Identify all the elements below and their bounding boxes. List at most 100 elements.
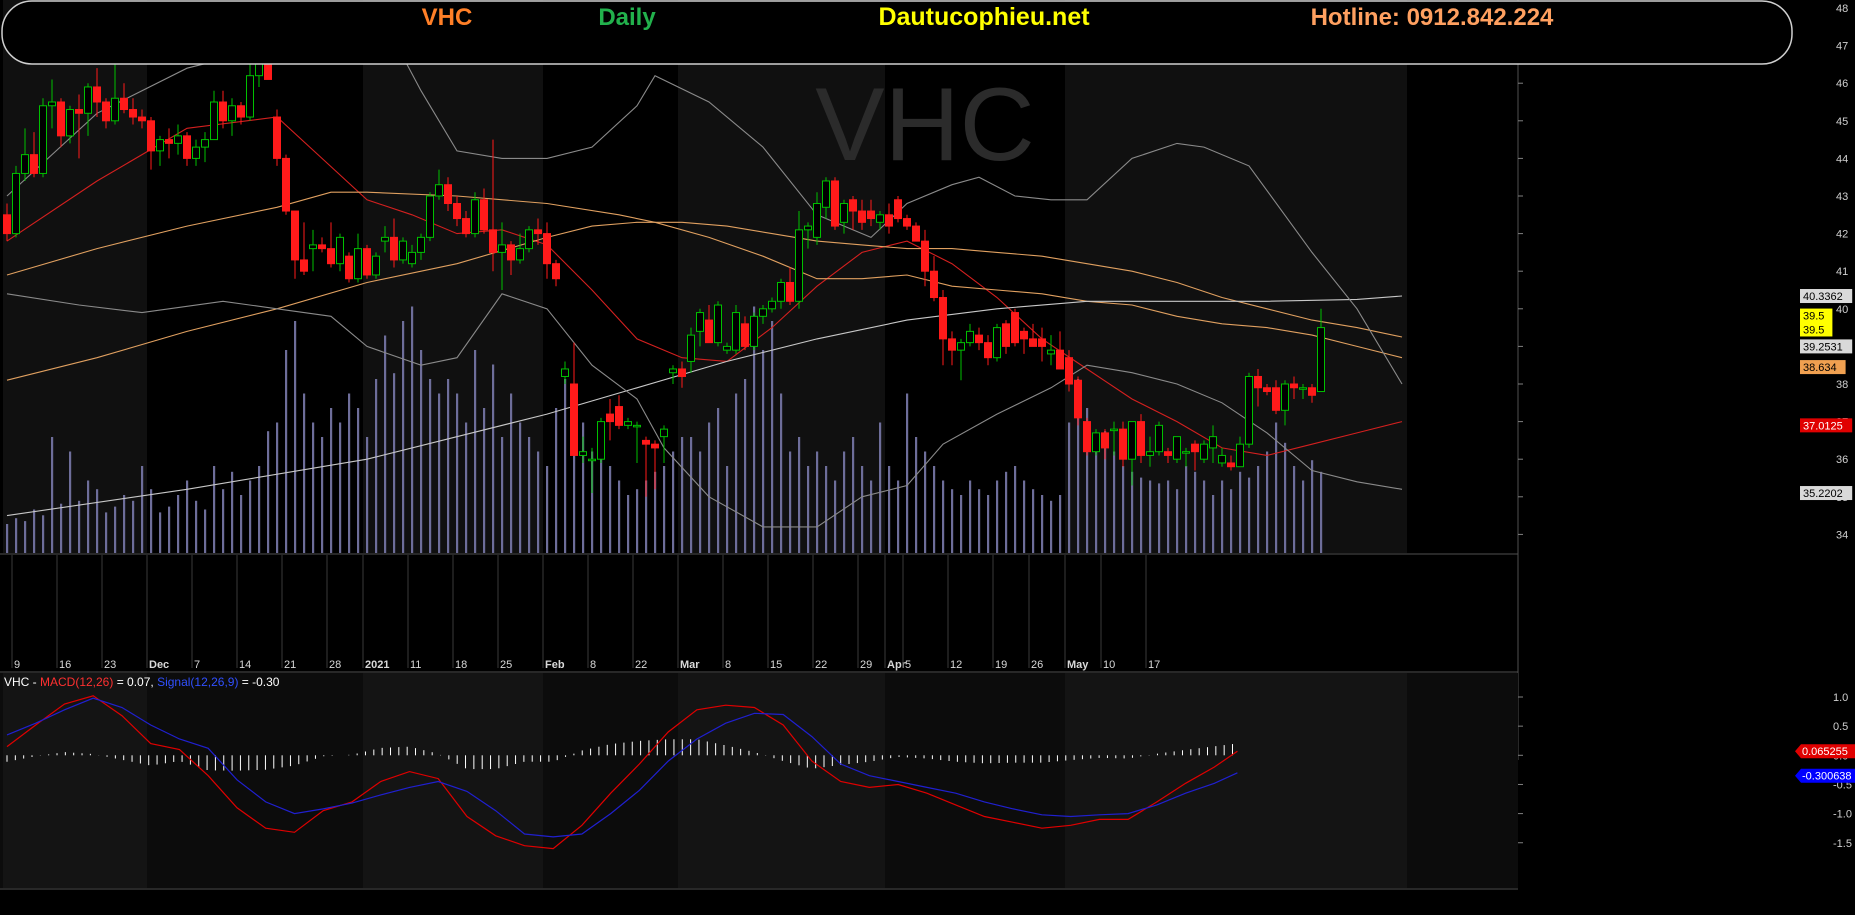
volume-bar [402,321,405,553]
volume-bar [798,437,801,553]
volume-bar [510,393,513,553]
volume-bar [1320,471,1323,553]
volume-bar [312,422,315,553]
volume-bar [60,503,63,553]
price-tick-label: 42 [1836,229,1848,241]
volume-bar [303,393,306,553]
volume-bar [897,480,900,553]
price-tick-label: 36 [1836,454,1848,466]
price-tag-text: 39.5 [1803,324,1824,336]
volume-bar [141,466,144,553]
volume-bar [177,495,180,553]
macd-value-tag: -0.300638 [1795,768,1855,783]
candle-body [30,154,38,174]
candle [1200,440,1208,463]
volume-bar [375,379,378,553]
header-banner: VHC Daily Dautucophieu.net Hotline: 0912… [1,0,1793,65]
volume-bar [249,480,252,553]
candle-body [516,248,524,261]
candle-body [885,214,893,227]
volume-bar [1140,477,1143,553]
date-label: 26 [1031,659,1043,671]
price-tag: 37.0125 [1800,418,1853,433]
volume-bar [807,466,810,553]
candle-body [93,86,101,103]
volume-bar [1311,460,1314,553]
candle-body [1137,421,1145,456]
volume-bar [285,350,288,553]
volume-bar [1257,466,1260,553]
volume-bar [168,506,171,553]
macd-tick-label: -1.5 [1833,838,1852,850]
volume-bar [609,466,612,553]
volume-bar [6,524,9,553]
candle-body [786,281,794,302]
candle-body [471,199,479,235]
volume-bar [636,489,639,553]
volume-bar [24,521,27,553]
candle [1092,429,1100,456]
volume-bar [780,393,783,553]
candle-body [705,319,713,344]
date-label: 2021 [365,659,389,671]
volume-bar [1302,480,1305,553]
date-label: 16 [59,659,71,671]
candle [1137,414,1145,463]
price-tag-text: 39.2531 [1803,341,1843,353]
volume-bar [492,364,495,553]
volume-bar [969,480,972,553]
candle-body [1146,451,1154,456]
volume-bar [726,466,729,553]
volume-bar [213,466,216,553]
candle-body [1002,323,1010,347]
candle-body [975,334,983,344]
date-label: 17 [1148,659,1160,671]
date-label: 5 [905,659,911,671]
candle-body [570,383,578,456]
volume-bar [150,489,153,553]
volume-bar [96,489,99,553]
volume-bar [1158,483,1161,553]
volume-bar [294,321,297,553]
volume-bar [78,500,81,553]
candle-body [624,421,632,426]
macd-legend: VHC - MACD(12,26) = 0.07, Signal(12,26,9… [4,675,280,689]
candle-body [246,75,254,118]
candle-body [120,97,128,111]
volume-bar [276,422,279,553]
volume-bar [1050,500,1053,553]
volume-bar [258,466,261,553]
volume-bar [240,495,243,553]
candle-body [768,300,776,310]
volume-bar [924,451,927,553]
candle-body [1083,421,1091,453]
volume-bar [555,408,558,553]
volume-bar [735,393,738,553]
volume-bar [132,500,135,553]
candle [894,196,902,223]
candle [597,417,605,463]
volume-bar [942,480,945,553]
volume-bar [366,437,369,553]
volume-bar [537,451,540,553]
macd-panel-bands [0,671,1518,890]
date-label: 18 [455,659,467,671]
volume-bar [456,393,459,553]
volume-bar [123,495,126,553]
volume-bar [825,466,828,553]
volume-bar [1203,480,1206,553]
volume-bar [42,515,45,553]
macd-tick-label: 1.0 [1833,692,1848,704]
candle-body [498,244,506,253]
volume-bar [465,422,468,553]
date-label: Feb [545,659,565,671]
candle-body [777,281,785,302]
candle-body [1254,375,1262,389]
candle-body [1155,424,1163,453]
volume-bar [951,489,954,553]
candle-body [750,315,758,347]
candle-body [822,180,830,208]
candle-body [1290,383,1298,389]
volume-bar [474,350,477,553]
candle-body [1200,443,1208,460]
